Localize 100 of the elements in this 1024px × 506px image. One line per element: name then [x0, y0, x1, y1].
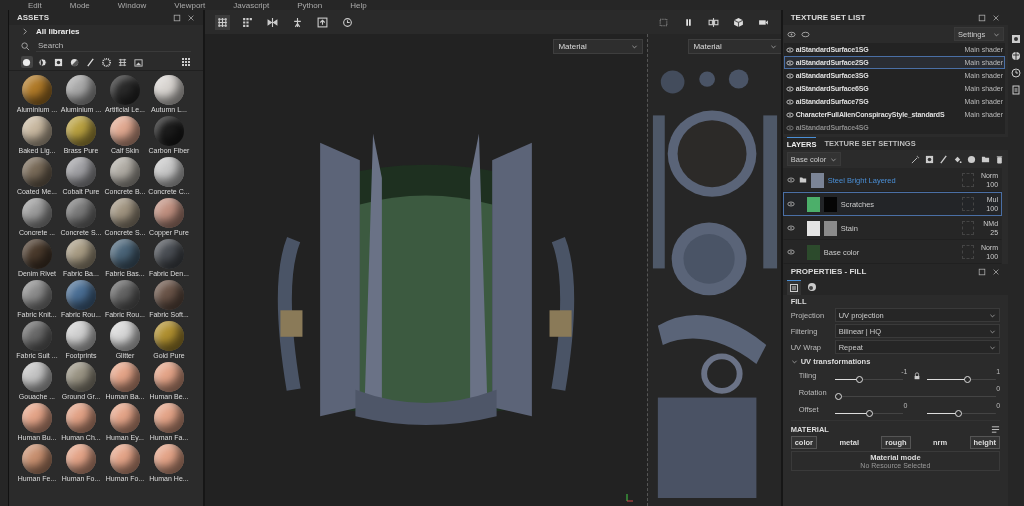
- filter-tab[interactable]: [68, 56, 81, 68]
- material-thumbnail[interactable]: [65, 403, 96, 433]
- menu-item[interactable]: Help: [350, 0, 367, 10]
- slider-thumb[interactable]: [856, 376, 864, 383]
- list-settings-icon[interactable]: [991, 425, 1001, 434]
- material-thumbnail[interactable]: [65, 280, 96, 310]
- material-thumbnail[interactable]: [21, 239, 52, 269]
- material-thumbnail[interactable]: [65, 198, 96, 228]
- menu-item[interactable]: Window: [117, 0, 147, 10]
- filter-tab[interactable]: [36, 56, 49, 68]
- material-thumbnail[interactable]: [65, 362, 96, 392]
- material-thumbnail[interactable]: [65, 75, 96, 105]
- menu-item[interactable]: Python: [297, 0, 323, 10]
- grid-icon[interactable]: [215, 14, 231, 30]
- filter-tab[interactable]: [20, 56, 33, 68]
- frame-icon[interactable]: [315, 14, 331, 30]
- close-icon[interactable]: [992, 13, 1001, 22]
- close-icon[interactable]: [187, 13, 196, 22]
- viewport-uv[interactable]: Material: [647, 34, 781, 506]
- material-thumbnail[interactable]: [153, 198, 184, 228]
- uv-mode-dropdown[interactable]: Material: [688, 39, 781, 54]
- material-thumbnail[interactable]: [21, 116, 52, 146]
- material-thumbnail[interactable]: [65, 157, 96, 187]
- material-thumbnail[interactable]: [153, 403, 184, 433]
- undock-icon[interactable]: [978, 267, 987, 276]
- menu-item[interactable]: Mode: [69, 0, 90, 10]
- viewport-3d[interactable]: Material: [205, 34, 648, 506]
- eye-icon[interactable]: [785, 123, 794, 132]
- clock-icon[interactable]: [1011, 68, 1021, 78]
- folder-icon[interactable]: [981, 154, 991, 164]
- eye-icon[interactable]: [786, 248, 795, 256]
- filter-tab[interactable]: [100, 56, 113, 68]
- material-thumbnail[interactable]: [153, 444, 184, 474]
- material-thumbnail[interactable]: [109, 444, 140, 474]
- slider-thumb[interactable]: [865, 410, 873, 417]
- material-thumbnail[interactable]: [65, 444, 96, 474]
- grid-view-icon[interactable]: [181, 57, 192, 67]
- material-thumbnail[interactable]: [153, 75, 184, 105]
- material-thumbnail[interactable]: [21, 198, 52, 228]
- chevron-icon[interactable]: [790, 358, 798, 365]
- slider[interactable]: [834, 393, 997, 400]
- undock-icon[interactable]: [173, 13, 182, 22]
- material-thumbnail[interactable]: [153, 157, 184, 187]
- material-thumbnail[interactable]: [109, 321, 140, 351]
- material-thumbnail[interactable]: [21, 444, 52, 474]
- bucket-icon[interactable]: [953, 154, 963, 164]
- undock-icon[interactable]: [978, 13, 987, 22]
- library-selector[interactable]: All libraries: [35, 27, 80, 36]
- slider-thumb[interactable]: [964, 376, 972, 383]
- material-thumbnail[interactable]: [21, 403, 52, 433]
- eye-icon[interactable]: [786, 176, 795, 184]
- material-thumbnail[interactable]: [21, 157, 52, 187]
- material-thumbnail[interactable]: [109, 239, 140, 269]
- material-thumbnail[interactable]: [21, 280, 52, 310]
- eye-icon[interactable]: [785, 58, 794, 67]
- chevron-icon[interactable]: [20, 27, 30, 36]
- filter-tab[interactable]: [116, 56, 129, 68]
- material-thumbnail[interactable]: [109, 280, 140, 310]
- eye-icon[interactable]: [785, 84, 794, 93]
- material-thumbnail[interactable]: [65, 116, 96, 146]
- material-thumbnail[interactable]: [153, 116, 184, 146]
- sphere-icon[interactable]: [967, 154, 977, 164]
- globe-icon[interactable]: [1011, 51, 1021, 61]
- material-thumbnail[interactable]: [21, 75, 52, 105]
- eye-icon[interactable]: [785, 97, 794, 106]
- material-thumbnail[interactable]: [109, 362, 140, 392]
- close-icon[interactable]: [992, 267, 1001, 276]
- eye-icon[interactable]: [800, 29, 810, 39]
- filter-tab[interactable]: [132, 56, 145, 68]
- document-icon[interactable]: [1011, 85, 1021, 95]
- lock-icon[interactable]: [913, 371, 922, 380]
- material-thumbnail[interactable]: [21, 362, 52, 392]
- eye-icon[interactable]: [785, 110, 794, 119]
- eye-icon[interactable]: [786, 29, 796, 39]
- material-thumbnail[interactable]: [153, 280, 184, 310]
- menu-item[interactable]: Javascript: [233, 0, 270, 10]
- material-thumbnail[interactable]: [109, 198, 140, 228]
- search-field[interactable]: Search: [35, 40, 192, 52]
- eye-icon[interactable]: [786, 224, 795, 232]
- material-thumbnail[interactable]: [153, 362, 184, 392]
- material-thumbnail[interactable]: [109, 403, 140, 433]
- magic-wand-icon[interactable]: [911, 154, 921, 164]
- filter-tab[interactable]: [84, 56, 97, 68]
- properties-tab-icon[interactable]: [786, 279, 801, 295]
- material-thumbnail[interactable]: [65, 321, 96, 351]
- slider-thumb[interactable]: [955, 410, 963, 417]
- eye-icon[interactable]: [785, 45, 794, 54]
- material-thumbnail[interactable]: [153, 321, 184, 351]
- material-thumbnail[interactable]: [109, 157, 140, 187]
- trash-icon[interactable]: [995, 154, 1005, 164]
- material-thumbnail[interactable]: [153, 239, 184, 269]
- material-thumbnail[interactable]: [65, 239, 96, 269]
- viewport-mode-dropdown[interactable]: Material: [553, 39, 644, 54]
- material-thumbnail[interactable]: [21, 321, 52, 351]
- brush-icon[interactable]: [939, 154, 949, 164]
- filter-tab[interactable]: [52, 56, 65, 68]
- material-thumbnail[interactable]: [109, 116, 140, 146]
- slider-thumb[interactable]: [834, 393, 842, 400]
- menu-item[interactable]: Viewport: [174, 0, 206, 10]
- eye-icon[interactable]: [786, 200, 795, 208]
